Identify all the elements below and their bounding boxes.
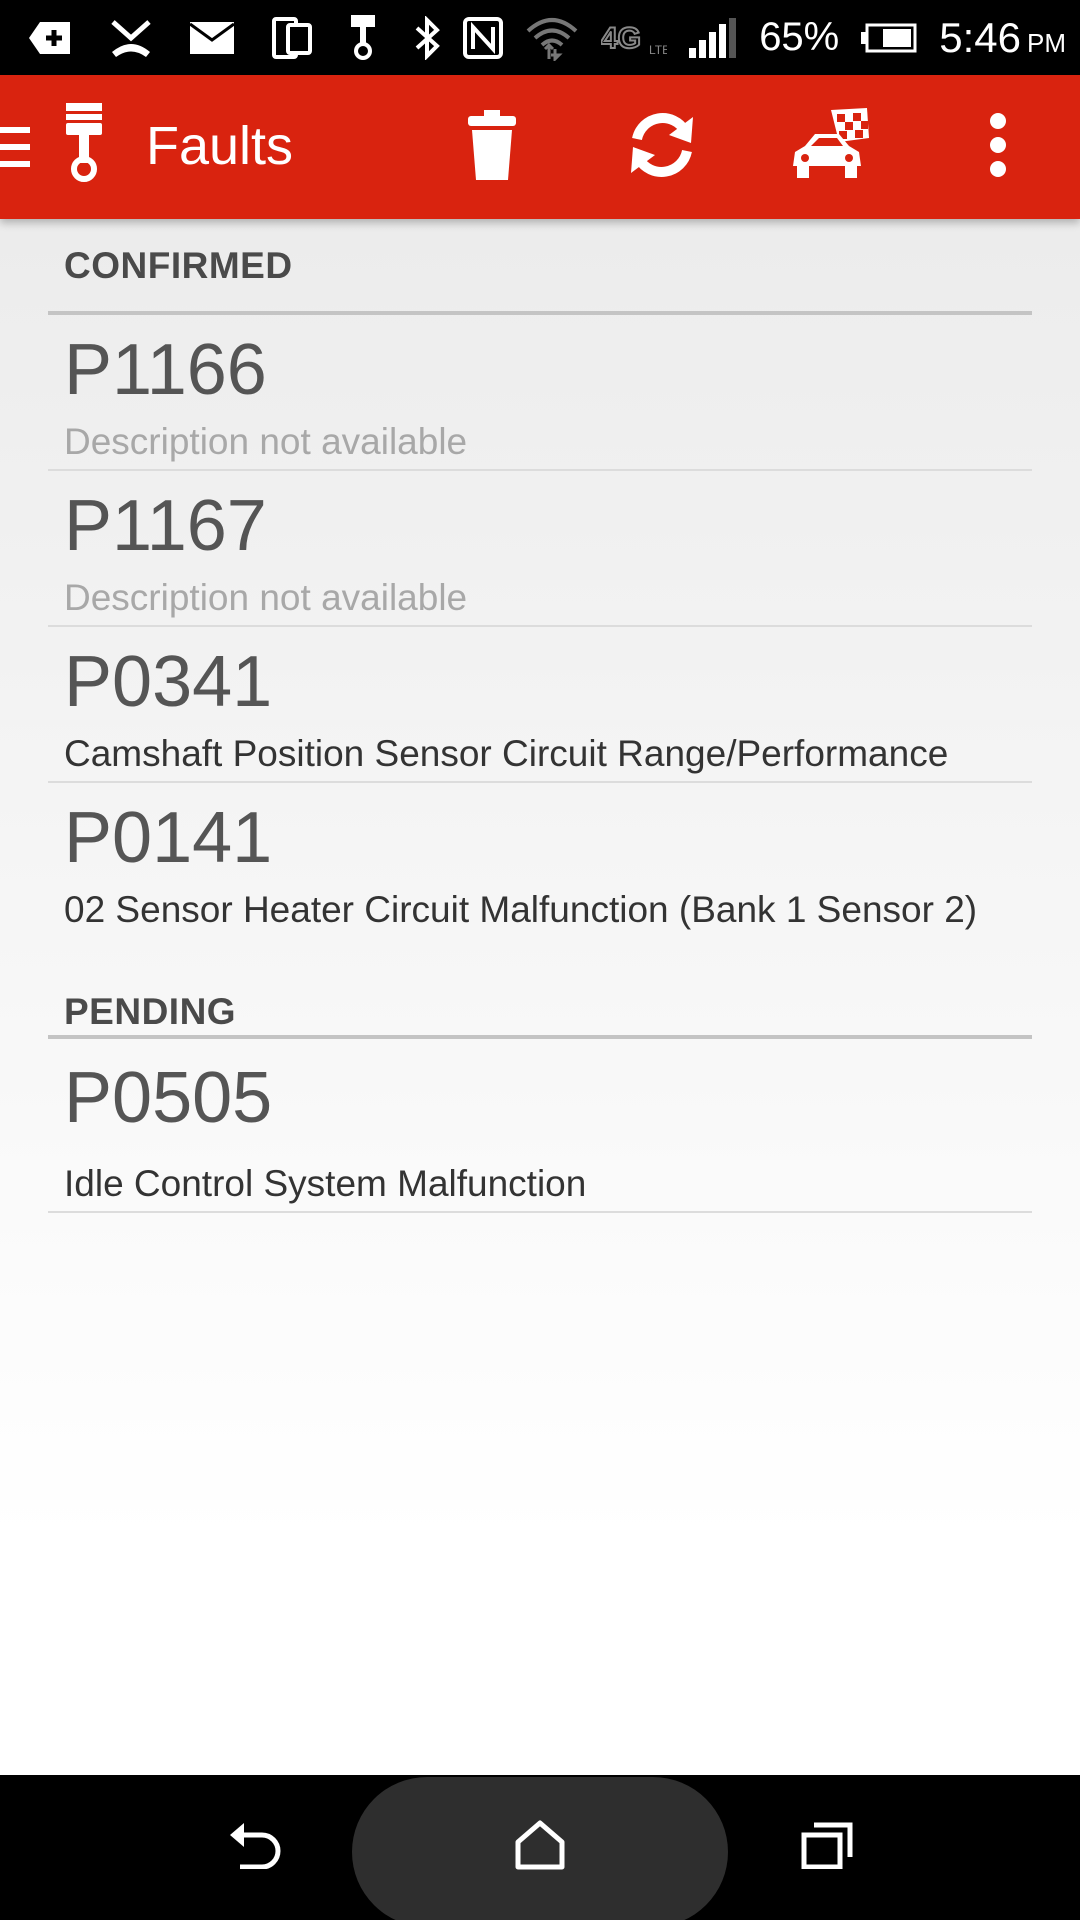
- piston-logo-icon[interactable]: [64, 103, 104, 183]
- fault-description: 02 Sensor Heater Circuit Malfunction (Ba…: [64, 889, 978, 930]
- fault-description: Camshaft Position Sensor Circuit Range/P…: [64, 733, 949, 774]
- fault-code: P1166: [64, 330, 267, 410]
- home-icon: [514, 1820, 566, 1875]
- fault-description: Description not available: [64, 421, 468, 462]
- recents-icon: [801, 1821, 853, 1874]
- add-notification-icon: [28, 15, 72, 61]
- status-time: 5:46 PM: [939, 13, 1066, 61]
- car-race-flag-icon: [791, 107, 871, 187]
- recents-button[interactable]: [772, 1775, 882, 1920]
- svg-text:4G: 4G: [601, 22, 641, 55]
- fault-item[interactable]: P0141 02 Sensor Heater Circuit Malfuncti…: [48, 783, 1032, 939]
- missed-call-icon: [110, 15, 152, 61]
- piston-notification-icon: [350, 14, 376, 61]
- app-bar: Faults: [0, 75, 1080, 219]
- status-bar: 4G LTE 65% 5:46 PM: [0, 0, 1080, 75]
- battery-icon: [861, 15, 917, 61]
- refresh-icon: [627, 109, 697, 186]
- signal-icon: [689, 15, 737, 61]
- battery-percent: 65%: [759, 15, 840, 59]
- faults-list: CONFIRMED P1166 Description not availabl…: [0, 219, 1080, 1775]
- hamburger-menu-icon[interactable]: [0, 125, 30, 169]
- page-title: Faults: [146, 116, 294, 176]
- overflow-menu-icon: [988, 112, 1008, 182]
- back-icon: [228, 1821, 282, 1874]
- fault-code: P0341: [64, 642, 273, 722]
- fault-item[interactable]: P0505 Idle Control System Malfunction: [48, 1039, 1032, 1213]
- delete-button[interactable]: [452, 107, 532, 187]
- fault-item[interactable]: P0341 Camshaft Position Sensor Circuit R…: [48, 627, 1032, 783]
- section-title: PENDING: [64, 991, 237, 1032]
- device-icon: [272, 15, 312, 61]
- fault-item[interactable]: P1166 Description not available: [48, 315, 1032, 471]
- trash-icon: [468, 109, 516, 185]
- svg-text:LTE: LTE: [649, 43, 667, 57]
- race-mode-button[interactable]: [786, 107, 876, 187]
- mail-icon: [190, 15, 234, 61]
- home-button[interactable]: [485, 1775, 595, 1920]
- fault-description: Idle Control System Malfunction: [64, 1163, 587, 1204]
- fault-item[interactable]: P1167 Description not available: [48, 471, 1032, 627]
- fault-code: P0141: [64, 798, 273, 878]
- 4g-lte-icon: 4G LTE: [601, 15, 667, 61]
- back-button[interactable]: [200, 1775, 310, 1920]
- fault-code: P0505: [64, 1058, 273, 1138]
- fault-description: Description not available: [64, 577, 468, 618]
- section-header-pending: PENDING: [48, 939, 1032, 1039]
- section-title: CONFIRMED: [64, 245, 293, 286]
- wifi-icon: [525, 15, 579, 61]
- refresh-button[interactable]: [622, 107, 702, 187]
- navigation-bar: [0, 1775, 1080, 1920]
- nfc-icon: [463, 15, 504, 61]
- overflow-menu-button[interactable]: [958, 107, 1038, 187]
- fault-code: P1167: [64, 486, 267, 566]
- bluetooth-icon: [415, 15, 441, 61]
- section-header-confirmed: CONFIRMED: [48, 219, 1032, 315]
